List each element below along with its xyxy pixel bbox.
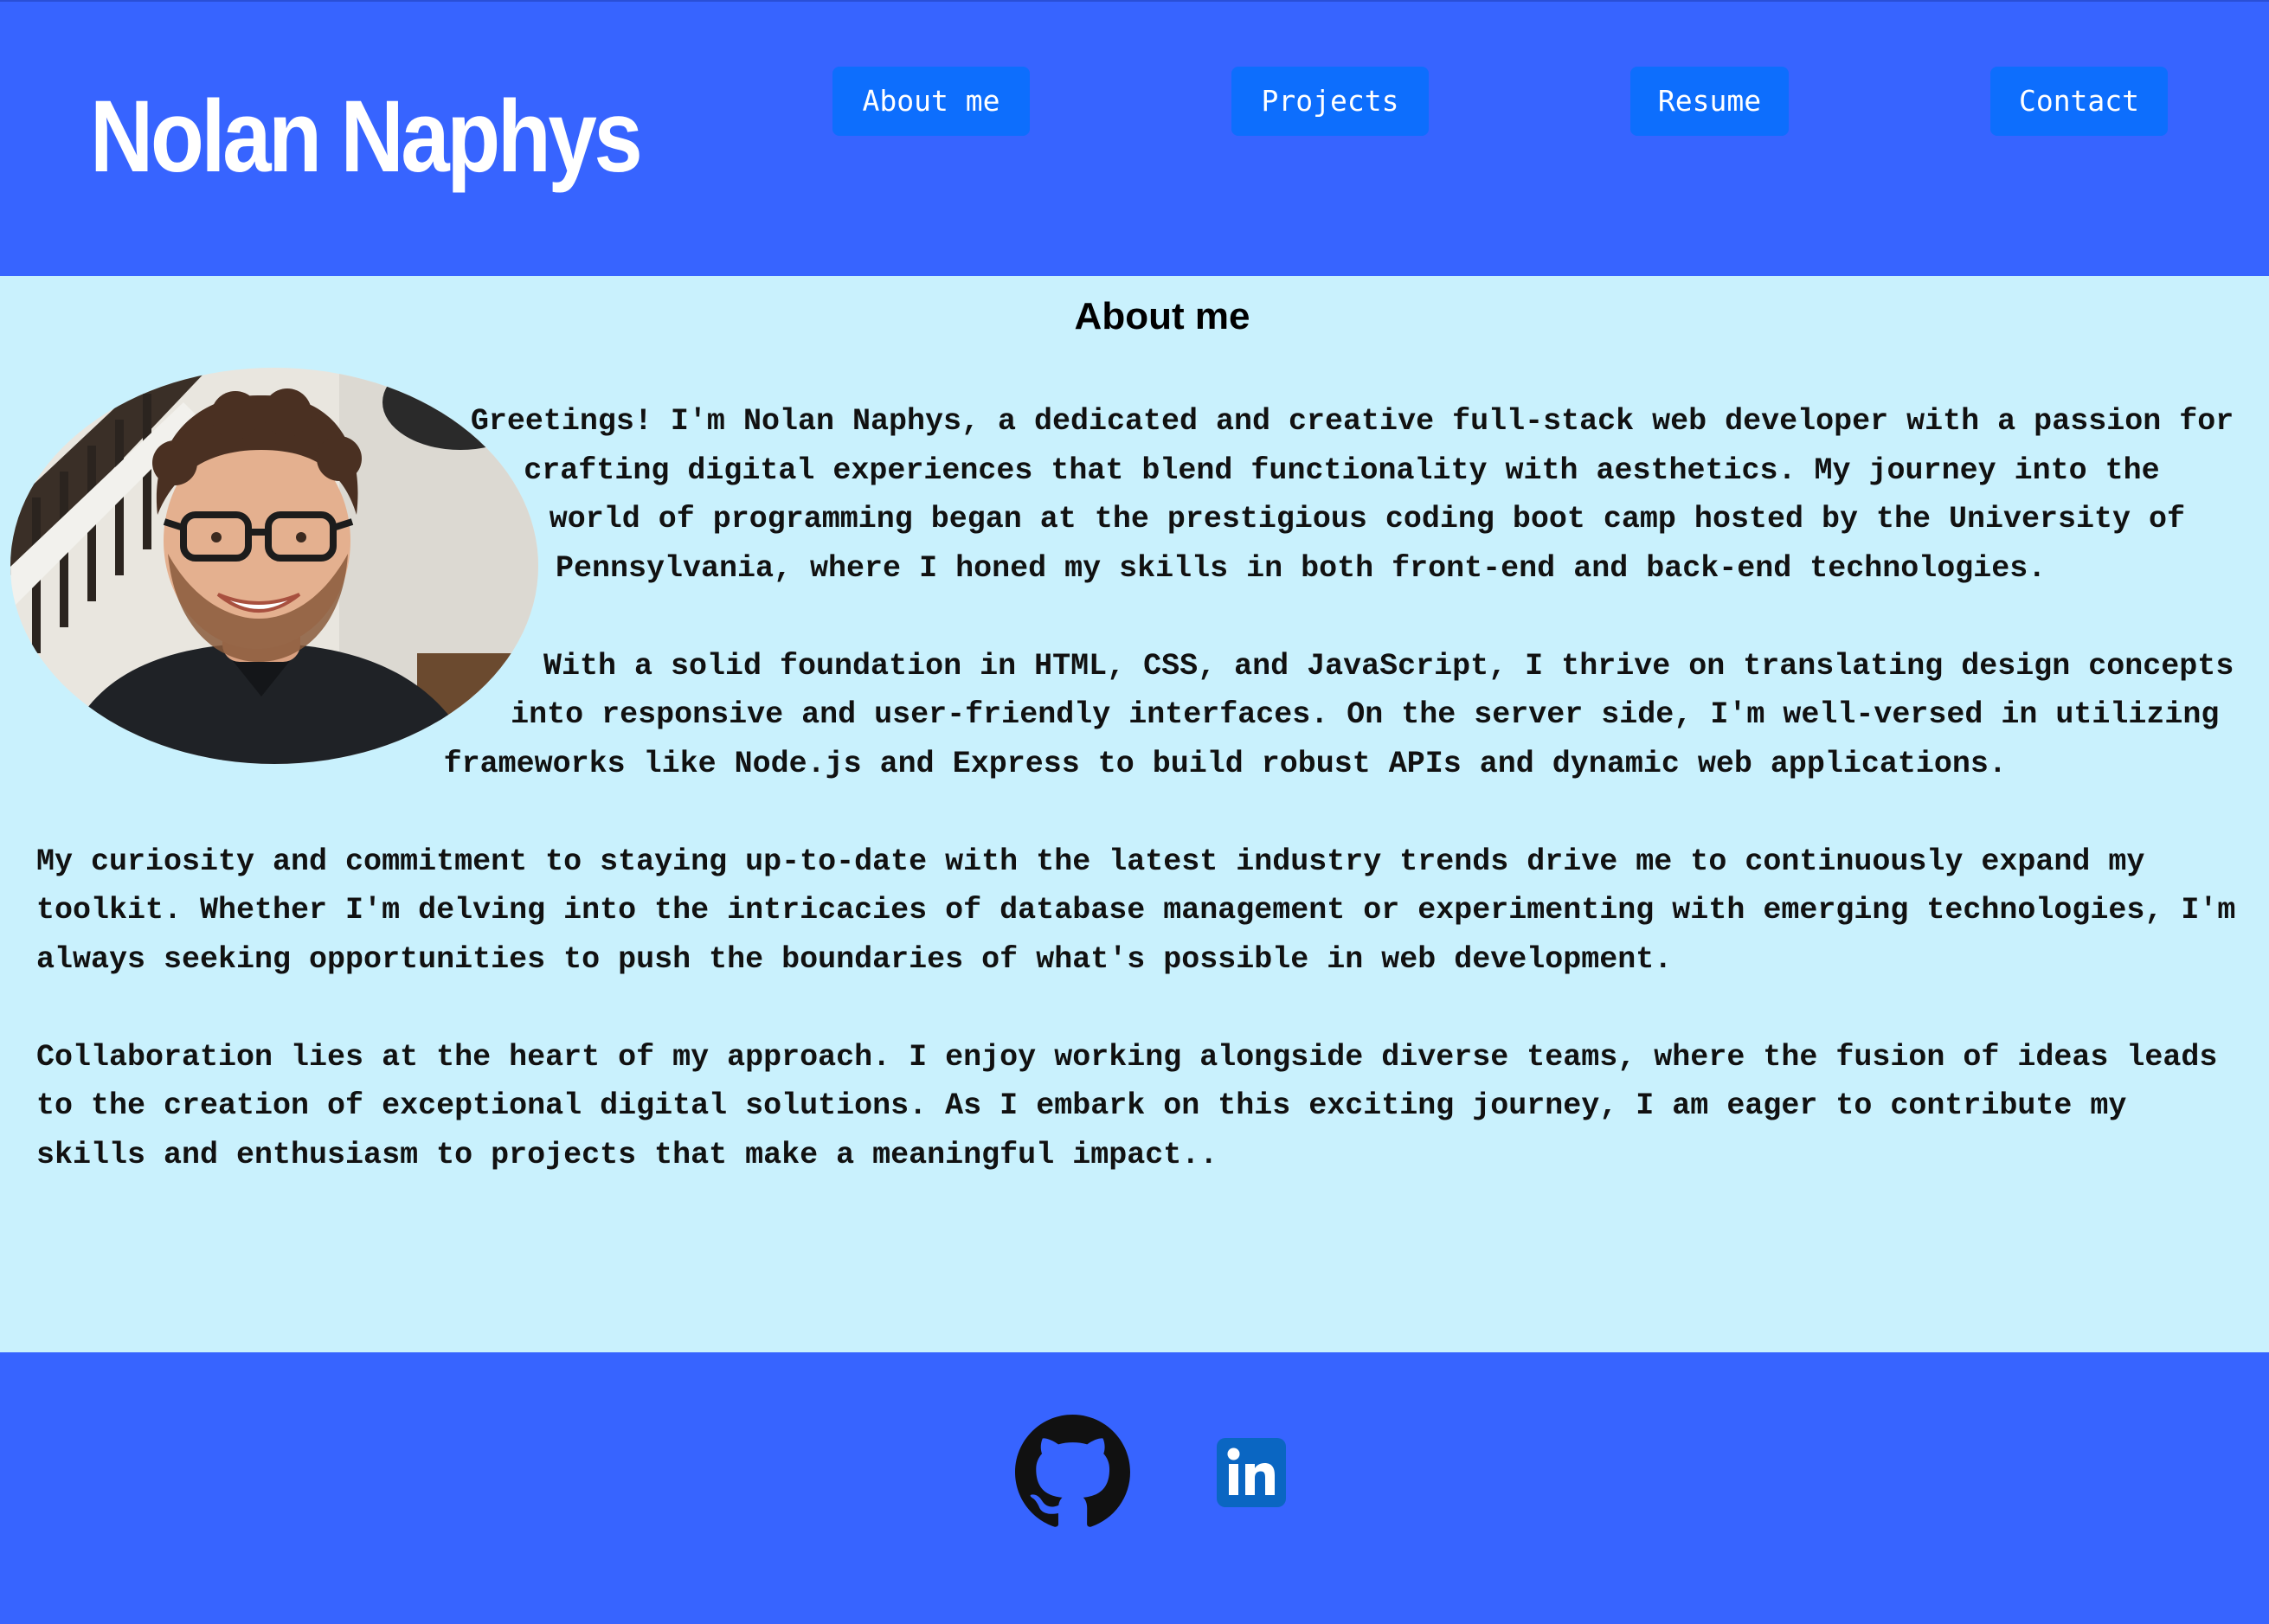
site-footer xyxy=(0,1352,2269,1624)
github-link[interactable] xyxy=(1015,1415,1130,1530)
site-header: Nolan Naphys About me Projects Resume Co… xyxy=(0,0,2269,276)
about-body: Greetings! I'm Nolan Naphys, a dedicated… xyxy=(10,368,2239,1229)
page: Nolan Naphys About me Projects Resume Co… xyxy=(0,0,2269,1624)
portrait-photo xyxy=(10,368,538,764)
nav-about-button[interactable]: About me xyxy=(832,67,1030,136)
nav-projects-button[interactable]: Projects xyxy=(1231,67,1429,136)
linkedin-link[interactable] xyxy=(1217,1438,1286,1507)
site-brand: Nolan Naphys xyxy=(90,80,643,194)
portrait-illustration xyxy=(10,368,538,764)
nav-contact-button[interactable]: Contact xyxy=(1990,67,2168,136)
about-section: About me Greetings! I'm Nolan Naphys, a … xyxy=(0,276,2269,1352)
about-title: About me xyxy=(1074,295,1250,337)
github-icon xyxy=(1015,1415,1130,1527)
linkedin-icon xyxy=(1217,1438,1286,1507)
about-paragraph: Collaboration lies at the heart of my ap… xyxy=(36,1039,2218,1172)
nav-resume-button[interactable]: Resume xyxy=(1630,67,1789,136)
about-paragraph: My curiosity and commitment to staying u… xyxy=(36,844,2236,977)
